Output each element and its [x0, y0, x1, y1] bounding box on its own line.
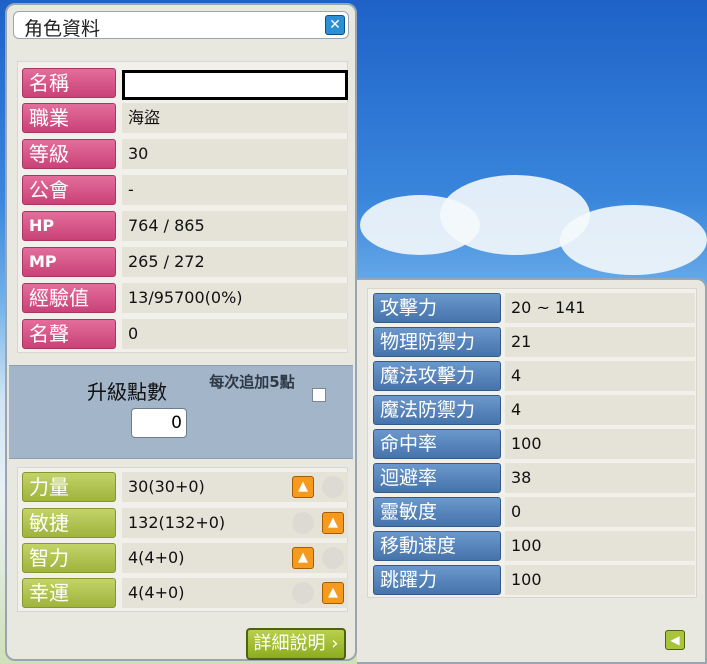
detail-value-accuracy: 100	[505, 429, 695, 459]
detail-label-hands: 靈敏度	[373, 497, 501, 527]
stat-label-dex: 敏捷	[22, 508, 116, 538]
detail-value-hands: 0	[505, 497, 695, 527]
info-value-exp: 13/95700(0%)	[122, 283, 348, 313]
ability-points-title: 升級點數	[87, 380, 167, 404]
detail-label-speed: 移動速度	[373, 531, 501, 561]
detail-label-phys-def: 物理防禦力	[373, 327, 501, 357]
info-label-mp: MP	[22, 247, 116, 277]
str-spacer-icon	[322, 476, 344, 498]
stat-label-int: 智力	[22, 543, 116, 573]
character-name-field	[122, 70, 348, 100]
info-list: 名稱 職業 海盜 等級 30 公會 - HP 764 / 865 MP 265 …	[17, 61, 348, 353]
stat-list: 力量 30(30+0) ▲ 敏捷 132(132+0) ▲ 智力 4(4+0) …	[17, 467, 348, 612]
info-value-mp: 265 / 272	[122, 247, 348, 277]
detail-value-avoid: 38	[505, 463, 695, 493]
stat-label-luk: 幸運	[22, 578, 116, 608]
info-value-level: 30	[122, 139, 348, 169]
auto-add-label: 每次追加5點	[209, 373, 295, 391]
detail-value-magic-atk: 4	[505, 361, 695, 391]
character-info-window: 角色資料 ✕ 名稱 職業 海盜 等級 30 公會 - HP 764 / 865 …	[5, 3, 357, 661]
detail-button[interactable]: 詳細說明 ›	[246, 628, 346, 660]
ability-points-value: 0	[131, 408, 187, 438]
info-label-hp: HP	[22, 211, 116, 241]
detail-value-speed: 100	[505, 531, 695, 561]
detail-stats-window: 攻擊力 20 ~ 141 物理防禦力 21 魔法攻擊力 4 魔法防禦力 4 命中…	[357, 278, 707, 664]
str-up-arrow-icon[interactable]: ▲	[292, 476, 314, 498]
info-value-job: 海盜	[122, 103, 348, 133]
cloud	[560, 205, 707, 275]
luk-spacer-icon	[292, 582, 314, 604]
info-label-guild: 公會	[22, 175, 116, 205]
info-label-name: 名稱	[22, 68, 116, 98]
detail-label-attack: 攻擊力	[373, 293, 501, 323]
info-value-fame: 0	[122, 319, 348, 349]
detail-value-jump: 100	[505, 565, 695, 595]
back-arrow-icon[interactable]: ◀	[665, 630, 685, 650]
ability-points-section: 升級點數 0 每次追加5點	[9, 365, 353, 459]
window-title: 角色資料	[24, 18, 101, 40]
stat-value-int: 4(4+0)	[122, 543, 348, 573]
close-icon[interactable]: ✕	[325, 15, 345, 35]
auto-add-checkbox[interactable]	[312, 388, 326, 402]
info-value-hp: 764 / 865	[122, 211, 348, 241]
info-label-level: 等級	[22, 139, 116, 169]
stat-label-str: 力量	[22, 472, 116, 502]
int-spacer-icon	[322, 547, 344, 569]
detail-label-accuracy: 命中率	[373, 429, 501, 459]
stat-value-str: 30(30+0)	[122, 472, 348, 502]
detail-value-attack: 20 ~ 141	[505, 293, 695, 323]
info-label-job: 職業	[22, 103, 116, 133]
detail-value-magic-def: 4	[505, 395, 695, 425]
title-bar[interactable]: 角色資料 ✕	[13, 11, 349, 40]
detail-list: 攻擊力 20 ~ 141 物理防禦力 21 魔法攻擊力 4 魔法防禦力 4 命中…	[367, 288, 697, 598]
info-label-fame: 名聲	[22, 319, 116, 349]
detail-button-label: 詳細說明	[253, 633, 326, 654]
dex-up-arrow-icon[interactable]: ▲	[322, 512, 344, 534]
detail-label-magic-atk: 魔法攻擊力	[373, 361, 501, 391]
int-up-arrow-icon[interactable]: ▲	[292, 547, 314, 569]
stat-value-dex: 132(132+0)	[122, 508, 348, 538]
chevron-right-icon: ›	[325, 633, 339, 654]
detail-value-phys-def: 21	[505, 327, 695, 357]
detail-label-avoid: 迴避率	[373, 463, 501, 493]
stat-value-luk: 4(4+0)	[122, 578, 348, 608]
dex-spacer-icon	[292, 512, 314, 534]
info-value-guild: -	[122, 175, 348, 205]
detail-label-magic-def: 魔法防禦力	[373, 395, 501, 425]
luk-up-arrow-icon[interactable]: ▲	[322, 582, 344, 604]
info-label-exp: 經驗值	[22, 283, 116, 313]
detail-label-jump: 跳躍力	[373, 565, 501, 595]
